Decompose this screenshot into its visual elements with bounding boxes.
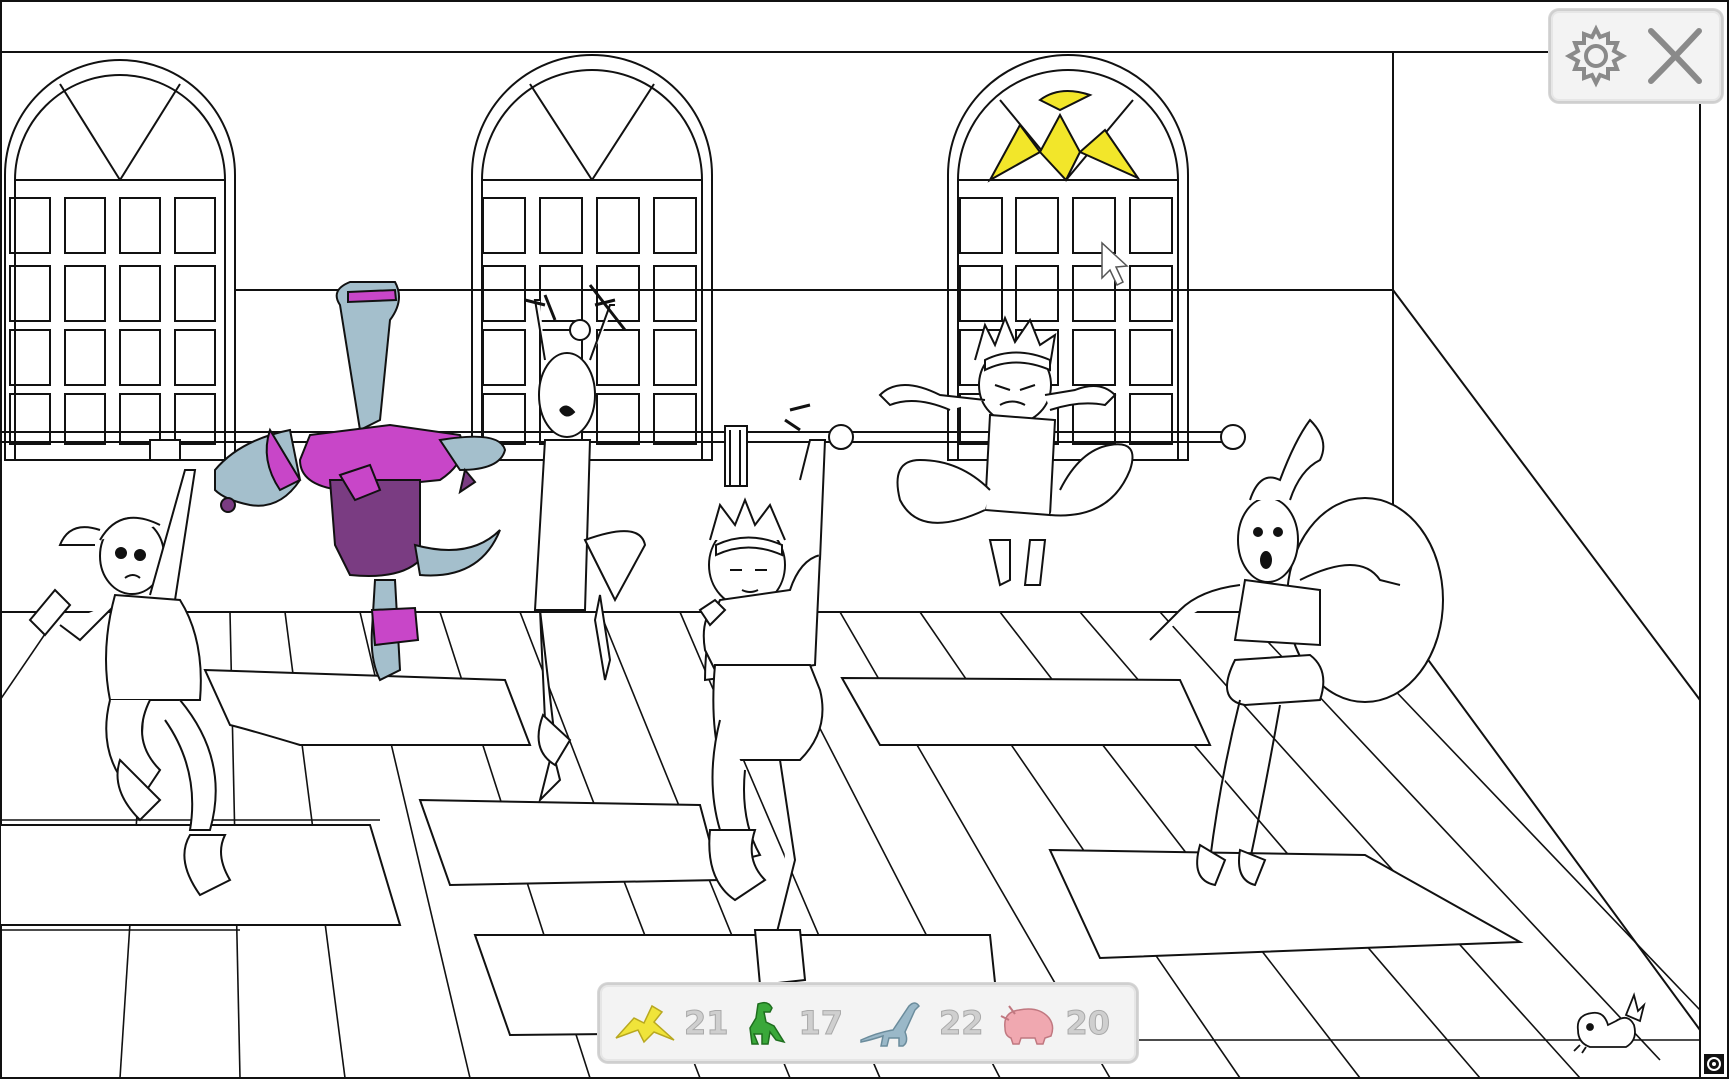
- counter-brachiosaurus: 22: [859, 998, 984, 1048]
- triceratops-icon: [1001, 1005, 1054, 1045]
- coloring-scene[interactable]: [0, 0, 1729, 1080]
- dinosaur-mascot-icon[interactable]: [1568, 985, 1648, 1055]
- counter-triceratops: 20: [999, 998, 1110, 1048]
- counter-pterodactyl: 21: [614, 998, 729, 1048]
- brachiosaurus-count: 22: [938, 1004, 984, 1043]
- brachiosaurus-icon: [860, 1002, 920, 1047]
- close-button[interactable]: [1639, 21, 1709, 91]
- dinosaur-counter-panel: 21 17 22 20: [598, 983, 1138, 1063]
- man-lifting-dumbbells[interactable]: [524, 284, 647, 804]
- boy-balancing[interactable]: [698, 403, 827, 987]
- pterodactyl-icon: [615, 1004, 675, 1044]
- trex-count: 17: [798, 1004, 844, 1043]
- window-left[interactable]: [4, 59, 236, 461]
- settings-button[interactable]: [1561, 21, 1631, 91]
- brachiosaurus-dancer[interactable]: [214, 281, 507, 682]
- counter-trex: 17: [744, 998, 844, 1048]
- gear-icon: [1564, 24, 1628, 88]
- pterodactyl-count: 21: [684, 1004, 730, 1043]
- top-toolbar: [1549, 9, 1723, 103]
- close-icon: [1648, 28, 1702, 84]
- target-icon[interactable]: [1703, 1053, 1725, 1075]
- triceratops-count: 20: [1065, 1004, 1111, 1043]
- man-jumping[interactable]: [878, 315, 1134, 587]
- trex-icon: [749, 1001, 787, 1045]
